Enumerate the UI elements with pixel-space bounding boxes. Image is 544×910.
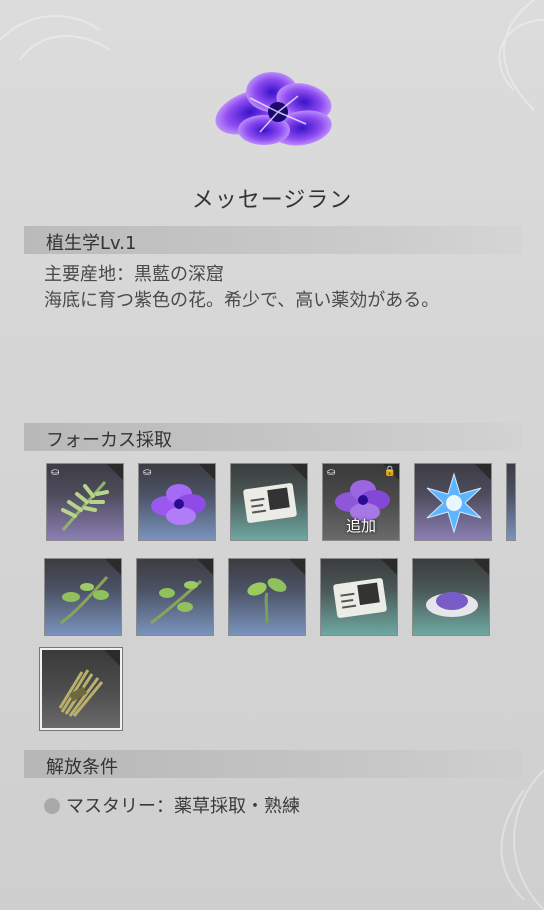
purple-flower-icon [151,484,206,525]
focus-slot-8[interactable] [136,558,214,636]
straw-bundle-icon [58,669,104,717]
sprout-icon [247,578,287,624]
purple-flower-icon [215,72,332,146]
focus-slot-3[interactable] [230,463,308,541]
branch-leaves-icon [60,575,109,625]
section-header-unlock: 解放条件 [24,750,522,778]
branch-leaves-icon [150,579,203,625]
focus-slot-4-locked[interactable]: ⛀ 🔒 追加 [322,463,400,541]
paper-map-icon [243,483,297,523]
item-description: 主要産地：黒藍の深窟 海底に育つ紫色の花。希少で、高い薬効がある。 [44,262,504,314]
focus-slot-5[interactable] [414,463,492,541]
unlock-condition: マスタリー：薬草採取・熟練 [44,792,300,818]
focus-slot-12-selected[interactable] [40,648,122,730]
corner-ornament-icon [498,0,544,111]
description-line: 海底に育つ紫色の花。希少で、高い薬効がある。 [44,290,440,311]
section-header-focus: フォーカス採取 [24,423,522,451]
unlock-label: 解放条件 [46,757,118,778]
focus-slot-6-partial[interactable] [506,463,516,541]
status-dot-icon [44,798,60,814]
corner-ornament-icon [500,770,544,910]
grass-herb-icon [61,481,109,531]
focus-slot-10[interactable] [320,558,398,636]
focus-slot-1[interactable]: ⛀ [46,463,124,541]
corner-ornament-icon [0,15,111,61]
blue-crystal-icon [426,472,482,534]
paper-map-icon [333,578,387,618]
focus-slot-7[interactable] [44,558,122,636]
focus-slot-11[interactable] [412,558,490,636]
focus-slot-9[interactable] [228,558,306,636]
origin-line: 主要産地：黒藍の深窟 [44,264,224,285]
item-title: メッセージラン [191,188,353,213]
add-label: 追加 [345,517,376,535]
section-header-skill: 植生学Lv.1 [24,226,522,254]
condition-text: マスタリー：薬草採取・熟練 [66,796,300,817]
focus-gather-label: フォーカス採取 [46,430,172,451]
skill-level-label: 植生学Lv.1 [46,233,137,254]
focus-slot-2[interactable]: ⛀ [138,463,216,541]
purple-powder-icon [426,592,478,617]
